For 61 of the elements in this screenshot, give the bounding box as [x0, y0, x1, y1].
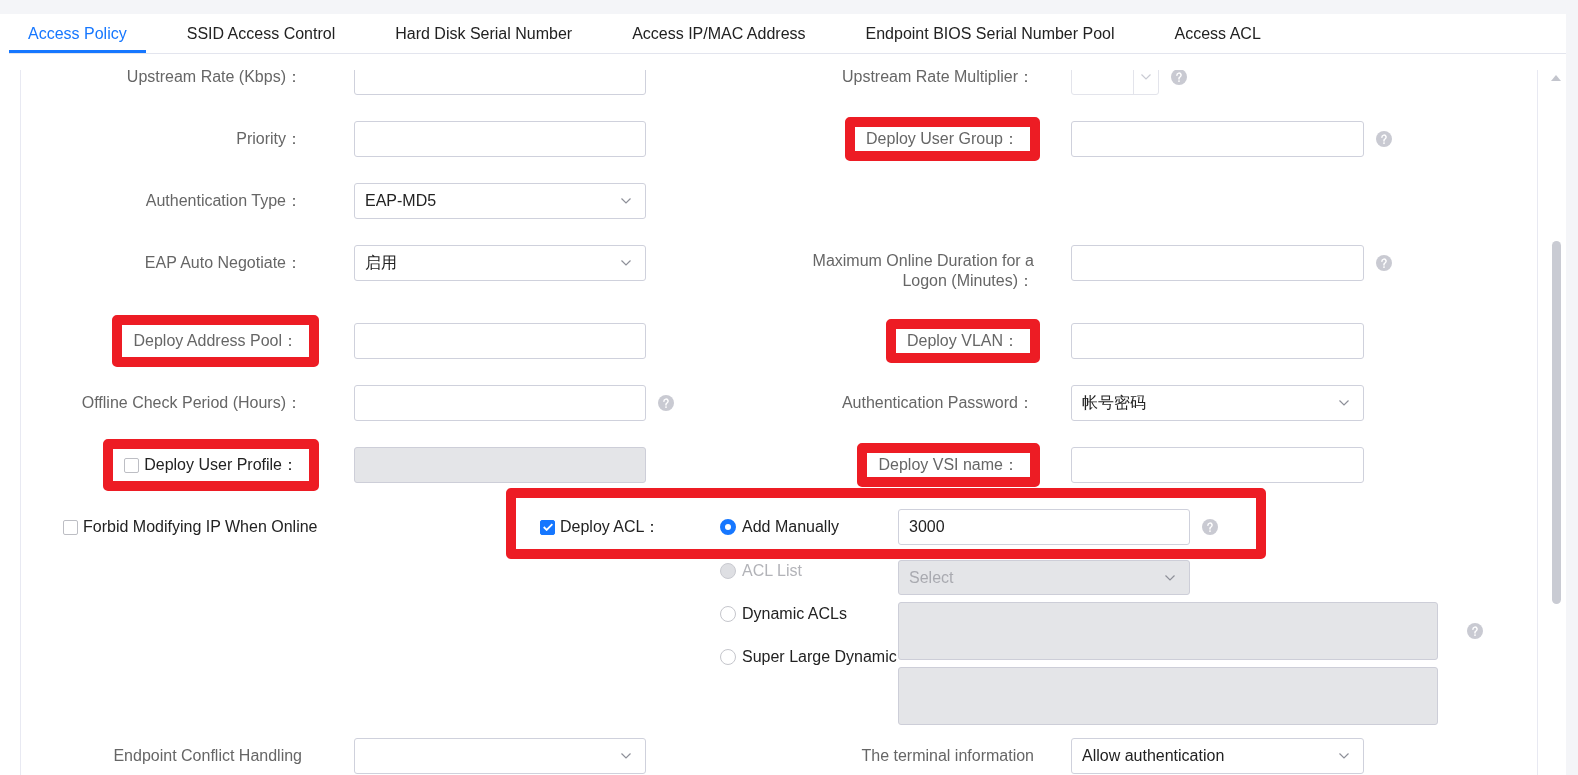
field-label: The terminal information	[861, 746, 1034, 766]
help-icon[interactable]	[658, 395, 674, 411]
help-icon[interactable]	[1467, 623, 1483, 639]
radio-button[interactable]	[720, 648, 736, 665]
input-field[interactable]	[1071, 121, 1364, 157]
dropdown-field[interactable]: Allow authentication	[1071, 738, 1364, 774]
dropdown-field[interactable]	[354, 738, 646, 774]
chevron-down-icon	[621, 198, 631, 204]
checkbox[interactable]	[124, 457, 140, 473]
dropdown-field[interactable]: EAP-MD5	[354, 183, 646, 219]
checkbox-option[interactable]: Deploy User Profile：	[124, 455, 298, 475]
chevron-down-icon	[1165, 574, 1175, 581]
help-icon[interactable]	[1376, 131, 1392, 147]
help-icon[interactable]	[1202, 519, 1218, 535]
field-label: Authentication Password：	[841, 393, 1034, 413]
tab[interactable]: Access IP/MAC Address	[613, 14, 825, 53]
help-icon[interactable]	[1171, 70, 1187, 85]
field-label: Offline Check Period (Hours)：	[81, 393, 302, 413]
field-label: Deploy VSI name：	[878, 455, 1019, 475]
field-label: Priority：	[236, 129, 302, 149]
input-field[interactable]	[354, 121, 646, 157]
field-label: EAP Auto Negotiate：	[144, 253, 302, 273]
chevron-down-icon	[1339, 753, 1349, 759]
input-field[interactable]	[354, 323, 646, 359]
checkbox-option[interactable]: Deploy ACL：	[540, 517, 661, 537]
tab[interactable]: Endpoint BIOS Serial Number Pool	[846, 14, 1134, 53]
tab[interactable]: Hard Disk Serial Number	[376, 14, 592, 53]
radio-button[interactable]	[720, 605, 736, 622]
field-label: Upstream Rate (Kbps)：	[126, 70, 302, 87]
input-field[interactable]	[1071, 447, 1364, 483]
field-label: Authentication Type：	[145, 191, 302, 211]
help-icon[interactable]	[1376, 255, 1392, 271]
checkbox-option[interactable]: Forbid Modifying IP When Online	[63, 509, 506, 545]
radio-option[interactable]: Dynamic ACLs	[720, 592, 847, 635]
tab[interactable]: SSID Access Control	[167, 14, 355, 53]
input-field[interactable]	[354, 385, 646, 421]
field-label: Upstream Rate Multiplier：	[841, 70, 1034, 87]
radio-button[interactable]	[720, 519, 736, 535]
field-label: Maximum Online Duration for a Logon (Minutes)：	[811, 251, 1034, 291]
caret-up-icon[interactable]	[1551, 75, 1561, 81]
dropdown-field[interactable]: 启用	[354, 245, 646, 281]
radio-option[interactable]: Super Large Dynamic	[720, 635, 897, 678]
dropdown-field[interactable]: 帐号密码	[1071, 385, 1364, 421]
radio-option[interactable]: Add Manually	[720, 509, 839, 545]
input-field[interactable]	[1071, 323, 1364, 359]
field-label: Endpoint Conflict Handling	[113, 746, 302, 766]
chevron-down-icon	[1339, 400, 1349, 406]
check-icon	[542, 523, 553, 531]
field-label: Deploy VLAN：	[906, 331, 1019, 351]
input-field[interactable]: 3000	[898, 509, 1190, 545]
chevron-down-icon	[621, 260, 631, 266]
tab[interactable]: Access Policy	[9, 14, 146, 53]
input-field[interactable]	[1071, 245, 1364, 281]
chevron-down-icon	[621, 753, 631, 759]
field-label: Deploy User Group：	[866, 129, 1019, 149]
chevron-down-icon	[1141, 74, 1151, 80]
field-label: Deploy Address Pool：	[133, 331, 298, 351]
tab[interactable]: Access ACL	[1155, 14, 1280, 53]
checkbox[interactable]	[540, 519, 555, 535]
scrollbar-thumb[interactable]	[1551, 241, 1561, 604]
checkbox[interactable]	[63, 519, 78, 535]
